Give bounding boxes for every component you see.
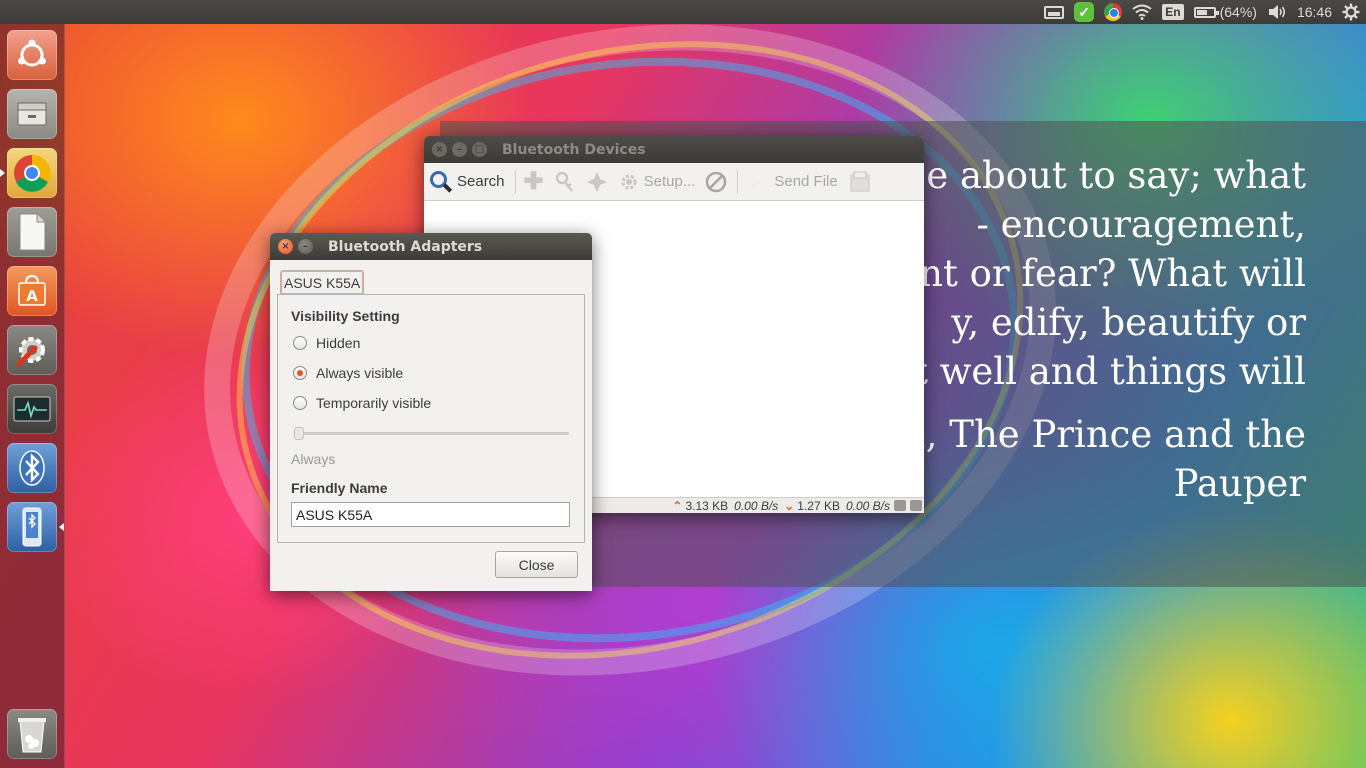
trash-icon[interactable] — [7, 709, 57, 759]
slider-handle[interactable] — [294, 427, 304, 440]
friendly-name-heading: Friendly Name — [291, 480, 388, 496]
send-icon — [747, 175, 770, 189]
toolbar-separator — [514, 169, 516, 194]
maximize-icon[interactable]: □ — [472, 142, 487, 157]
tab-asus-k55a[interactable]: ASUS K55A — [280, 270, 365, 294]
battery-icon[interactable]: (64%) — [1193, 0, 1257, 24]
writer-icon[interactable] — [7, 207, 57, 257]
connection-icon — [894, 500, 906, 511]
keyboard-layout-label: En — [1162, 4, 1184, 20]
ubuntu-dash-icon[interactable] — [7, 30, 57, 80]
upload-stats: ⌃ 3.13 KB — [672, 498, 729, 513]
wifi-icon[interactable] — [1132, 0, 1152, 24]
hidden-option[interactable]: Hidden — [293, 335, 360, 351]
pair-button[interactable] — [554, 167, 576, 197]
block-button[interactable] — [705, 167, 727, 197]
titlebar: × – Bluetooth Adapters — [270, 233, 592, 260]
system-monitor-icon[interactable] — [7, 384, 57, 434]
temporarily-visible-option[interactable]: Temporarily visible — [293, 395, 431, 411]
mail-icon[interactable] — [1044, 0, 1065, 24]
visibility-heading: Visibility Setting — [291, 308, 400, 324]
setup-button[interactable]: Setup... — [618, 167, 696, 197]
toolbar: Search ✚ Setup... Send File — [424, 163, 924, 201]
bluetooth-icon[interactable] — [7, 443, 57, 493]
svg-text:A: A — [26, 287, 38, 305]
key-icon — [555, 171, 573, 192]
checkmark-icon[interactable]: ✓ — [1074, 0, 1095, 24]
adapter-tabs: ASUS K55A — [280, 270, 365, 294]
battery-percent: (64%) — [1219, 4, 1257, 20]
toolbar-separator — [737, 169, 739, 194]
folder-icon — [850, 171, 870, 191]
slider-caption: Always — [291, 451, 336, 467]
hidden-radio[interactable] — [293, 336, 307, 350]
send-file-label: Send File — [774, 173, 838, 190]
clock[interactable]: 16:46 — [1297, 0, 1332, 24]
temporarily-visible-radio[interactable] — [293, 396, 307, 410]
volume-icon[interactable] — [1267, 0, 1287, 24]
search-button[interactable]: Search — [430, 167, 505, 197]
send-file-button[interactable]: Send File — [746, 167, 838, 197]
visibility-timeout-slider[interactable] — [294, 432, 569, 435]
window-title: Bluetooth Devices — [502, 141, 646, 158]
dialog-title: Bluetooth Adapters — [328, 238, 483, 255]
browse-button[interactable] — [848, 167, 872, 197]
upload-rate: 0.00 B/s — [734, 498, 779, 513]
download-arrow-icon: ⌄ — [784, 498, 795, 513]
minimize-icon[interactable]: – — [452, 142, 467, 157]
power-icon — [910, 500, 922, 511]
system-tray: ✓ En (64%) 16:46 — [1034, 0, 1360, 24]
trust-button[interactable] — [586, 167, 608, 197]
software-center-icon[interactable]: A — [7, 266, 57, 316]
download-rate: 0.00 B/s — [845, 498, 890, 513]
chrome-icon[interactable] — [7, 148, 57, 198]
close-icon[interactable]: × — [432, 142, 447, 157]
files-icon[interactable] — [7, 89, 57, 139]
plus-icon: ✚ — [523, 168, 544, 195]
block-icon — [706, 171, 727, 192]
close-icon[interactable]: × — [278, 239, 293, 254]
temporarily-visible-label: Temporarily visible — [316, 395, 432, 411]
minimize-icon[interactable]: – — [298, 239, 313, 254]
search-label: Search — [457, 173, 505, 190]
chrome-icon[interactable] — [1104, 0, 1123, 24]
adapter-panel: Visibility Setting Hidden Always visible… — [277, 294, 585, 543]
search-icon — [430, 170, 453, 193]
add-device-button[interactable]: ✚ — [524, 167, 544, 197]
gear-icon — [621, 174, 637, 189]
launcher: A — [0, 24, 65, 768]
always-visible-label: Always visible — [316, 365, 404, 381]
star-icon — [586, 171, 607, 192]
upload-arrow-icon: ⌃ — [672, 498, 683, 513]
always-visible-option[interactable]: Always visible — [293, 365, 403, 381]
hidden-label: Hidden — [316, 335, 361, 351]
friendly-name-field[interactable] — [291, 502, 570, 527]
always-visible-radio[interactable] — [293, 366, 307, 380]
keyboard-icon[interactable]: En — [1162, 0, 1184, 24]
gear-icon[interactable] — [1342, 0, 1360, 24]
bluetooth-adapters-dialog: × – Bluetooth Adapters ASUS K55A Visibil… — [270, 233, 592, 591]
titlebar: × – □ Bluetooth Devices — [424, 136, 924, 163]
top-panel: ✓ En (64%) 16:46 — [0, 0, 1366, 24]
system-settings-icon[interactable] — [7, 325, 57, 375]
usb-device-icon[interactable] — [7, 502, 57, 552]
download-stats: ⌄ 1.27 KB — [784, 498, 840, 513]
setup-label: Setup... — [643, 173, 696, 190]
close-button[interactable]: Close — [495, 551, 578, 578]
